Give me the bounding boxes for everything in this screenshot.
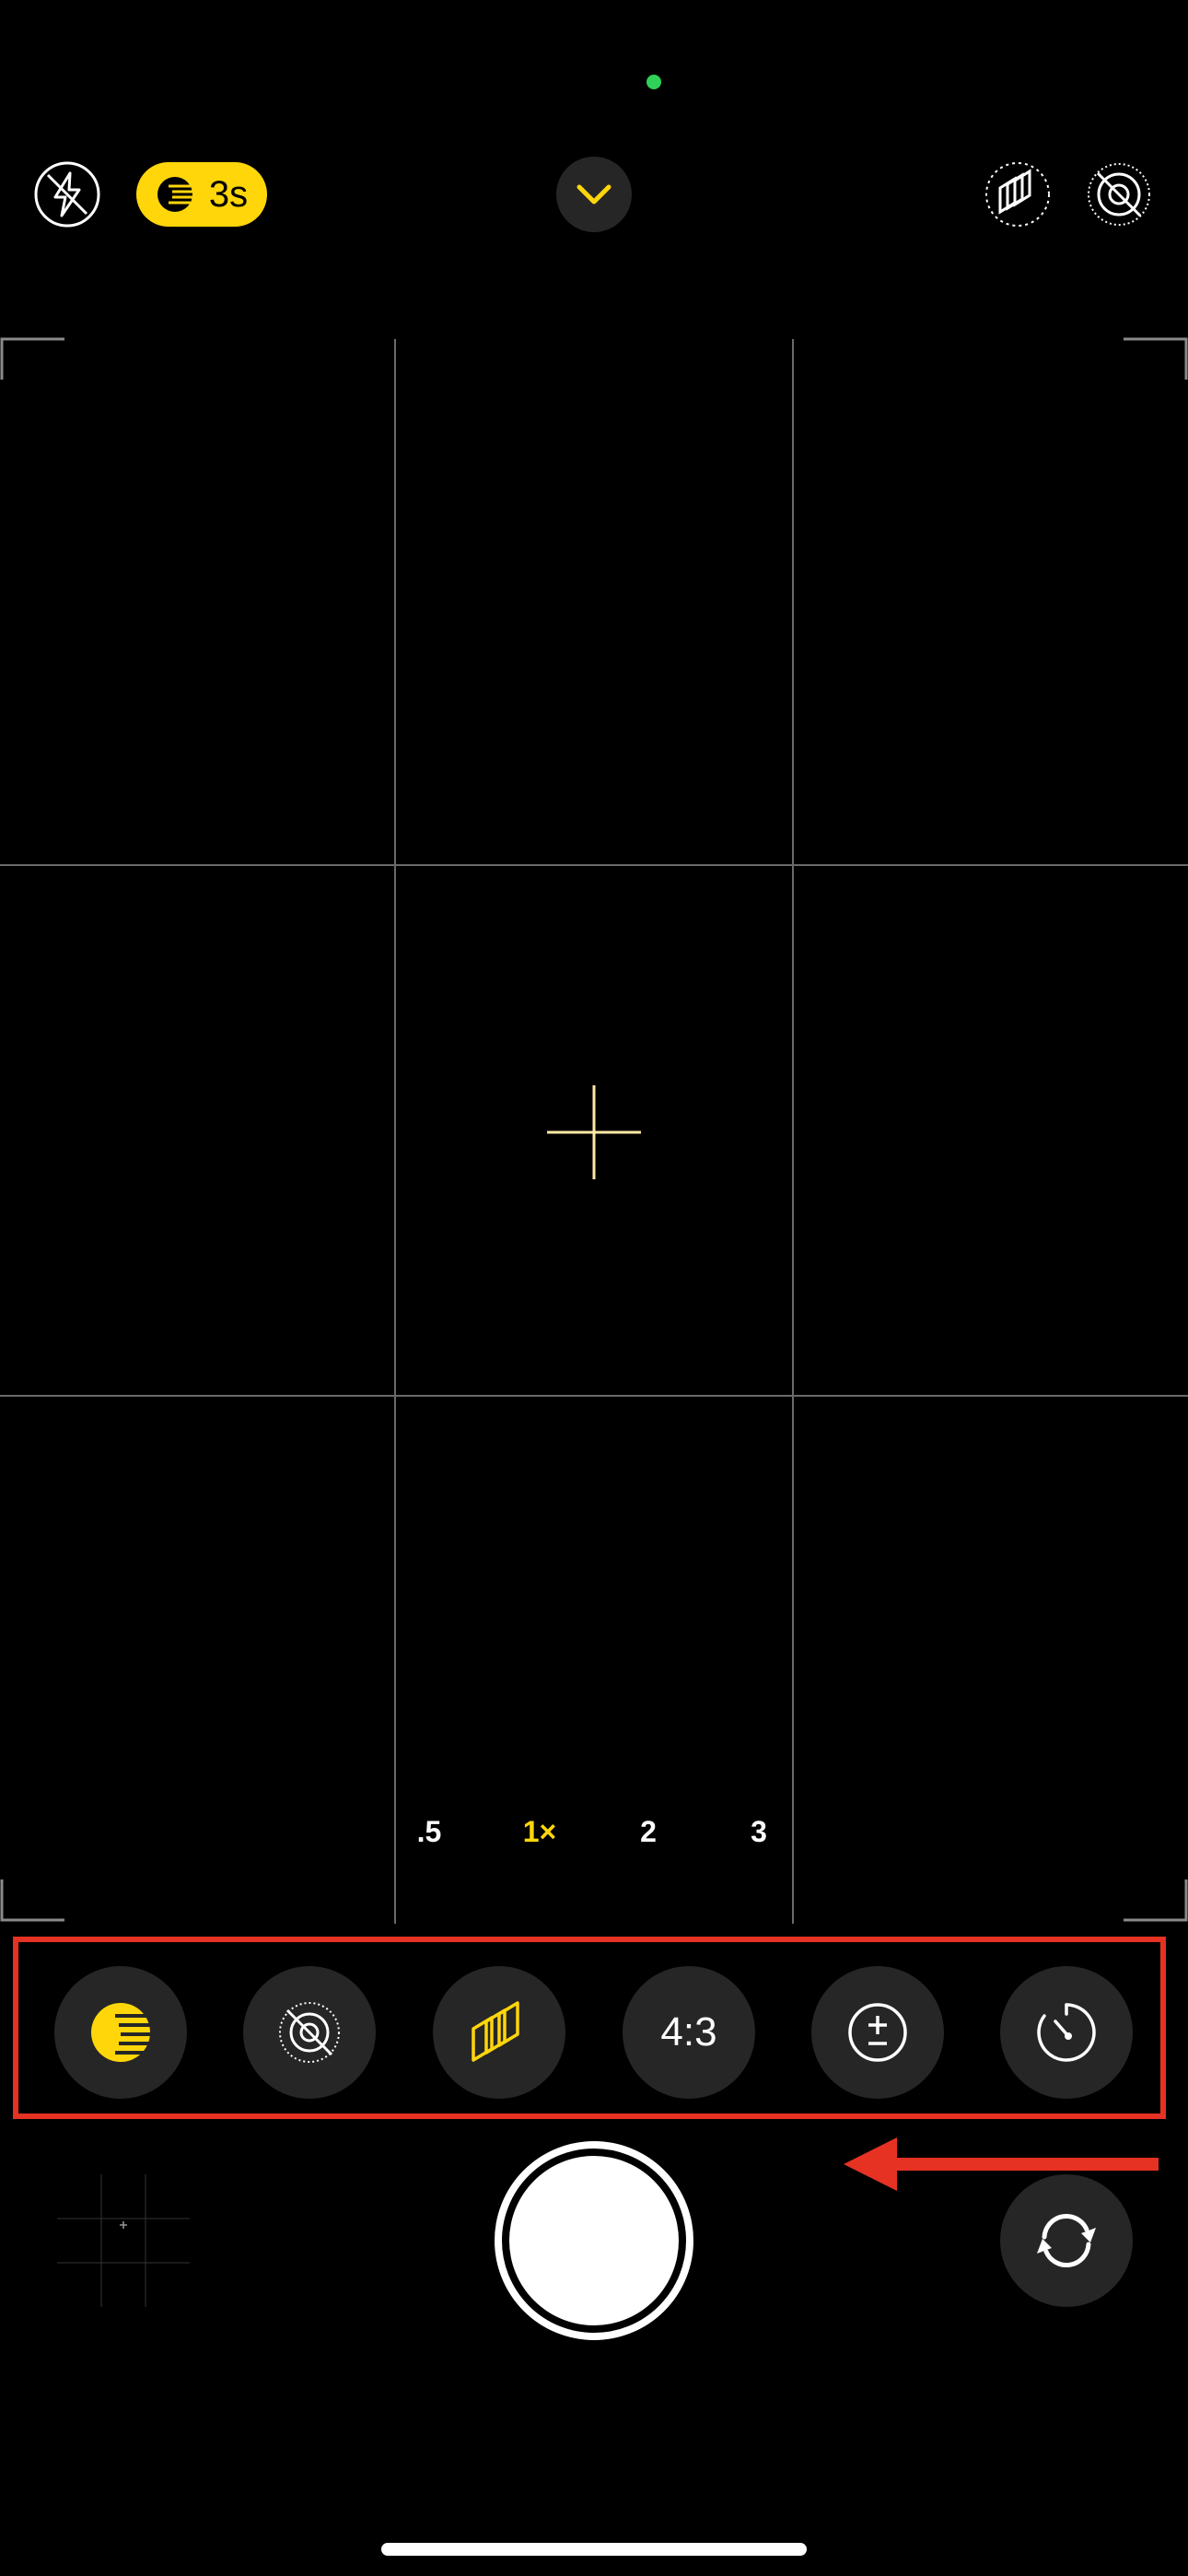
home-indicator[interactable]	[381, 2543, 807, 2556]
zoom-2[interactable]: 2	[621, 1815, 676, 1849]
crosshair-icon	[547, 1085, 641, 1179]
moon-icon	[91, 2003, 152, 2062]
frame-corner-bottom-left	[0, 1879, 64, 1922]
exposure-button[interactable]	[811, 1966, 944, 2099]
frame-corner-top-left	[0, 337, 64, 380]
photographic-styles-icon	[985, 162, 1050, 227]
frame-corner-top-right	[1124, 337, 1188, 380]
styles-button[interactable]	[433, 1966, 565, 2099]
aspect-ratio-label: 4:3	[660, 2009, 717, 2055]
photographic-styles-top-button[interactable]	[984, 160, 1052, 228]
chevron-down-icon	[577, 184, 611, 205]
zoom-0-5[interactable]: .5	[402, 1815, 457, 1849]
camera-in-use-indicator	[646, 75, 661, 89]
photographic-styles-icon	[472, 2001, 519, 2062]
live-photo-button[interactable]	[243, 1966, 376, 2099]
night-mode-duration: 3s	[208, 173, 249, 215]
controls-expand-button[interactable]	[556, 157, 632, 232]
live-photo-icon	[1088, 163, 1150, 226]
grid-line-horizontal-bottom	[0, 1395, 1188, 1397]
timer-button[interactable]	[1000, 1966, 1133, 2099]
night-mode-pill[interactable]: 3s	[136, 162, 267, 227]
shutter-button[interactable]	[495, 2141, 693, 2340]
grid-line-vertical-right	[792, 339, 794, 1924]
shutter-icon	[509, 2156, 679, 2325]
zoom-1x[interactable]: 1×	[512, 1815, 567, 1849]
flash-button[interactable]	[33, 160, 101, 228]
timer-icon	[1037, 2003, 1096, 2062]
camera-flip-icon	[1037, 2213, 1096, 2268]
grid-line-vertical-left	[394, 339, 396, 1924]
night-mode-button[interactable]	[54, 1966, 187, 2099]
camera-flip-button[interactable]	[1000, 2174, 1133, 2307]
live-photo-off-icon	[279, 2002, 340, 2063]
live-photo-top-button[interactable]	[1085, 160, 1153, 228]
exposure-icon	[848, 2003, 907, 2062]
annotation-arrow-icon	[844, 2137, 1159, 2191]
flash-off-icon	[34, 161, 100, 228]
grid-line-horizontal-top	[0, 864, 1188, 866]
photo-thumbnail[interactable]	[57, 2174, 190, 2307]
moon-icon	[157, 177, 192, 212]
zoom-3[interactable]: 3	[731, 1815, 786, 1849]
frame-corner-bottom-right	[1124, 1879, 1188, 1922]
aspect-ratio-button[interactable]: 4:3	[623, 1966, 755, 2099]
